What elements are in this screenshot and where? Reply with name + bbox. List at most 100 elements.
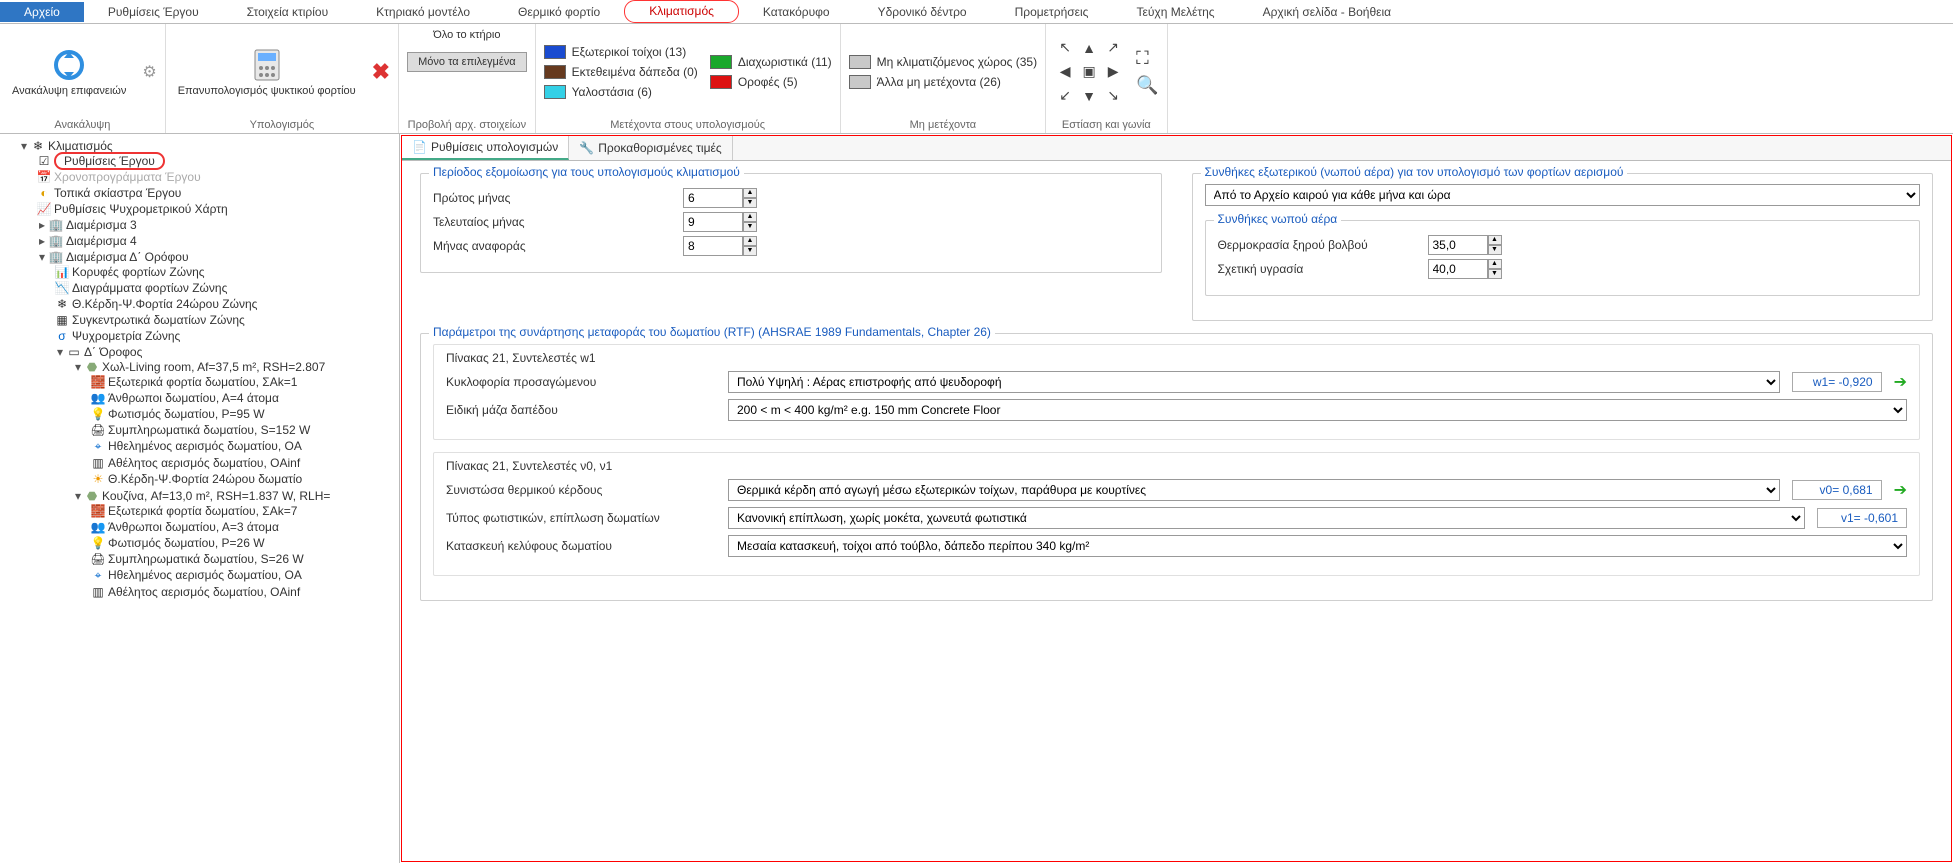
arrow-e-icon[interactable]: ▶ [1108, 63, 1119, 80]
legend-roofs[interactable]: Οροφές (5) [710, 75, 832, 89]
tree-panel[interactable]: ▾❄Κλιματισμός ☑Ρυθμίσεις Έργου 📅Χρονοπρο… [0, 134, 400, 863]
tree-r1-supp[interactable]: 🖨Συμπληρωματικά δωματίου, S=152 W [90, 422, 399, 438]
spin-up[interactable]: ▲ [743, 188, 757, 198]
zoom-pad[interactable]: ↖ ▲ ↗ ◀ ▣ ▶ ↙ ▼ ↘ [1054, 37, 1124, 107]
tree-r1-inf[interactable]: ▥Αθέλητος αερισμός δωματίου, OAinf [90, 455, 399, 471]
spin-up[interactable]: ▲ [1488, 259, 1502, 269]
tree-r2-inf[interactable]: ▥Αθέλητος αερισμός δωματίου, OAinf [90, 584, 399, 600]
content-panel: 📄Ρυθμίσεις υπολογισμών 🔧Προκαθορισμένες … [401, 135, 1952, 862]
first-month-input[interactable] [683, 188, 743, 208]
tree-project-settings[interactable]: ☑Ρυθμίσεις Έργου [36, 153, 399, 169]
supply-circ-combo[interactable]: Πολύ Υψηλή : Αέρας επιστροφής από ψευδορ… [728, 371, 1780, 393]
zoom-center-icon[interactable]: ▣ [1082, 63, 1095, 80]
tree-r2-people[interactable]: 👥Άνθρωποι δωματίου, Α=3 άτομα [90, 519, 399, 535]
weather-source-combo[interactable]: Από το Αρχείο καιρού για κάθε μήνα και ώ… [1205, 184, 1921, 206]
tree-root[interactable]: ▾❄Κλιματισμός ☑Ρυθμίσεις Έργου 📅Χρονοπρο… [18, 138, 399, 604]
relhum-input[interactable] [1428, 259, 1488, 279]
menu-file[interactable]: Αρχείο [0, 2, 84, 22]
tree-r1-light[interactable]: 💡Φωτισμός δωματίου, P=95 W [90, 406, 399, 422]
tree-zone-summary[interactable]: ▦Συγκεντρωτικά δωματίων Ζώνης [54, 312, 399, 328]
menu-vertical[interactable]: Κατακόρυφο [739, 2, 854, 22]
spin-down[interactable]: ▼ [1488, 269, 1502, 279]
tree-r2-supp[interactable]: 🖨Συμπληρωματικά δωματίου, S=26 W [90, 551, 399, 567]
tree-room-living[interactable]: ▾⬣Χωλ-Living room, Af=37,5 m², RSH=2.807… [72, 359, 399, 488]
legend-floors[interactable]: Εκτεθειμένα δάπεδα (0) [544, 65, 698, 79]
menu-quantities[interactable]: Προμετρήσεις [991, 2, 1113, 22]
tree-r1-vent[interactable]: ⌖Ηθελημένος αερισμός δωματίου, OA [90, 438, 399, 455]
menu-heating[interactable]: Θερμικό φορτίο [494, 2, 624, 22]
arrow-nw-icon[interactable]: ↖ [1059, 39, 1071, 56]
tree-psychro[interactable]: 📈Ρυθμίσεις Ψυχρομετρικού Χάρτη [36, 201, 399, 217]
lighting-type-label: Τύπος φωτιστικών, επίπλωση δωματίων [446, 511, 716, 525]
menu-reports[interactable]: Τεύχη Μελέτης [1112, 2, 1238, 22]
tree-r2-light[interactable]: 💡Φωτισμός δωματίου, P=26 W [90, 535, 399, 551]
arrow-se-icon[interactable]: ↘ [1107, 87, 1119, 104]
arrow-w-icon[interactable]: ◀ [1060, 63, 1071, 80]
drybulb-input[interactable] [1428, 235, 1488, 255]
floor-mass-combo[interactable]: 200 < m < 400 kg/m² e.g. 150 mm Concrete… [728, 399, 1907, 421]
tree-zone-charts[interactable]: 📉Διαγράμματα φορτίων Ζώνης [54, 280, 399, 296]
tree-shading[interactable]: ◐Τοπικά σκίαστρα Έργου [36, 185, 399, 201]
recalc-button[interactable]: Επανυπολογισμός ψυκτικού φορτίου [174, 45, 360, 99]
tree-r1-people[interactable]: 👥Άνθρωποι δωματίου, Α=4 άτομα [90, 390, 399, 406]
envelope-combo[interactable]: Μεσαία κατασκευή, τοίχοι από τούβλο, δάπ… [728, 535, 1907, 557]
legend-unconditioned[interactable]: Μη κλιματιζόμενος χώρος (35) [849, 55, 1037, 69]
zoom-extents-icon[interactable]: ⛶ [1136, 48, 1158, 69]
spin-down[interactable]: ▼ [743, 246, 757, 256]
spin-down[interactable]: ▼ [1488, 245, 1502, 255]
tree-schedules[interactable]: 📅Χρονοπρογράμματα Έργου [36, 169, 399, 185]
presets-icon: 🔧 [579, 141, 594, 155]
menu-cooling[interactable]: Κλιματισμός [624, 0, 739, 23]
legend-ext-walls[interactable]: Εξωτερικοί τοίχοι (13) [544, 45, 698, 59]
arrow-s-icon[interactable]: ▼ [1082, 88, 1096, 104]
tree-zone-peaks[interactable]: 📊Κορυφές φορτίων Ζώνης [54, 264, 399, 280]
menu-project[interactable]: Ρυθμίσεις Έργου [84, 2, 223, 22]
w1-value: w1= -0,920 [1792, 372, 1882, 392]
tree-apt4[interactable]: ▸🏢Διαμέρισμα 4 [36, 233, 399, 249]
spin-up[interactable]: ▲ [1488, 235, 1502, 245]
spin-down[interactable]: ▼ [743, 222, 757, 232]
apply-arrow-icon[interactable]: ➔ [1894, 480, 1907, 500]
delete-icon[interactable]: ✖ [372, 59, 390, 85]
tree-r2-vent[interactable]: ⌖Ηθελημένος αερισμός δωματίου, OA [90, 567, 399, 584]
gain-component-label: Συνιστώσα θερμικού κέρδους [446, 483, 716, 497]
arrow-ne-icon[interactable]: ↗ [1107, 39, 1119, 56]
menu-model[interactable]: Κτηριακό μοντέλο [352, 2, 494, 22]
menu-building[interactable]: Στοιχεία κτιρίου [223, 2, 352, 22]
last-month-input[interactable] [683, 212, 743, 232]
magnifier-icon[interactable]: 🔍 [1136, 75, 1158, 96]
supply-circ-label: Κυκλοφορία προσαγώμενου [446, 375, 716, 389]
arrow-sw-icon[interactable]: ↙ [1059, 87, 1071, 104]
ribbon-group-participating: Εξωτερικοί τοίχοι (13) Εκτεθειμένα δάπεδ… [536, 24, 841, 133]
arrow-n-icon[interactable]: ▲ [1082, 40, 1096, 56]
discover-surfaces-button[interactable]: Ανακάλυψη επιφανειών [8, 45, 130, 99]
envelope-label: Κατασκευή κελύφους δωματίου [446, 539, 716, 553]
tree-r2-ext[interactable]: 🧱Εξωτερικά φορτία δωματίου, ΣAk=7 [90, 503, 399, 519]
view-selected-button[interactable]: Μόνο τα επιλεγμένα [407, 52, 527, 72]
tree-zone-24h[interactable]: ❄Θ.Κέρδη-Ψ.Φορτία 24ώρου Ζώνης [54, 296, 399, 312]
tab-calc-settings[interactable]: 📄Ρυθμίσεις υπολογισμών [402, 136, 569, 160]
tree-aptD[interactable]: ▾🏢Διαμέρισμα Δ΄ Ορόφου 📊Κορυφές φορτίων … [36, 249, 399, 603]
tab-defaults[interactable]: 🔧Προκαθορισμένες τιμές [569, 136, 732, 160]
gear-icon[interactable]: ⚙ [142, 62, 156, 82]
spin-down[interactable]: ▼ [743, 198, 757, 208]
apply-arrow-icon[interactable]: ➔ [1894, 372, 1907, 392]
lighting-type-combo[interactable]: Κανονική επίπλωση, χωρίς μοκέτα, χωνευτά… [728, 507, 1805, 529]
legend-partitions[interactable]: Διαχωριστικά (11) [710, 55, 832, 69]
gain-component-combo[interactable]: Θερμικά κέρδη από αγωγή μέσω εξωτερικών … [728, 479, 1780, 501]
tree-apt3[interactable]: ▸🏢Διαμέρισμα 3 [36, 217, 399, 233]
view-all-button[interactable]: Όλο το κτήριο [423, 26, 510, 44]
menu-hydronic[interactable]: Υδρονικό δέντρο [854, 2, 991, 22]
menu-help[interactable]: Αρχική σελίδα - Βοήθεια [1239, 2, 1415, 22]
legend-other[interactable]: Άλλα μη μετέχοντα (26) [849, 75, 1037, 89]
ribbon: Ανακάλυψη επιφανειών ⚙ Ανακάλυψη Επανυπο… [0, 24, 1953, 134]
tree-r1-ext[interactable]: 🧱Εξωτερικά φορτία δωματίου, ΣAk=1 [90, 374, 399, 390]
legend-glazing[interactable]: Υαλοστάσια (6) [544, 85, 698, 99]
spin-up[interactable]: ▲ [743, 236, 757, 246]
tree-zone-psychro[interactable]: σΨυχρομετρία Ζώνης [54, 328, 399, 344]
tree-room-kitchen[interactable]: ▾⬣Κουζίνα, Af=13,0 m², RSH=1.837 W, RLH=… [72, 488, 399, 601]
tree-floorD[interactable]: ▾▭Δ΄ Όροφος ▾⬣Χωλ-Living room, Af=37,5 m… [54, 344, 399, 602]
ref-month-input[interactable] [683, 236, 743, 256]
tree-r1-24h[interactable]: ☀Θ.Κέρδη-Ψ.Φορτία 24ώρου δωματίο [90, 471, 399, 487]
spin-up[interactable]: ▲ [743, 212, 757, 222]
